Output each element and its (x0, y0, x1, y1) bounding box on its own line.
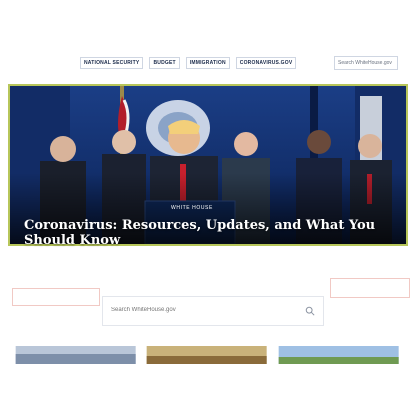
side-field-right[interactable] (330, 278, 410, 298)
thumbnail-2[interactable] (143, 346, 270, 364)
podium-label: White House (171, 205, 213, 211)
thumbnail-strip (12, 346, 402, 364)
thumbnail-3[interactable] (275, 346, 402, 364)
iframe-thumbnail-image (15, 346, 136, 364)
search-input[interactable] (111, 307, 301, 313)
nav-links: National Security Budget Immigration Cor… (80, 56, 297, 70)
nav-search-placeholder: Search WhiteHouse.gov (338, 60, 392, 66)
hero-headline[interactable]: Coronavirus: Resources, Updates, and Wha… (24, 218, 400, 248)
top-nav (0, 0, 416, 84)
nav-link-immigration[interactable]: Immigration (185, 57, 230, 69)
nav-link-national-security[interactable]: National Security (80, 57, 144, 69)
thumbnail-3-image (278, 346, 399, 364)
side-field-left[interactable] (12, 288, 100, 306)
search-icon[interactable] (305, 306, 315, 316)
nav-link-budget[interactable]: Budget (149, 57, 180, 69)
nav-search-field[interactable]: Search WhiteHouse.gov (334, 56, 398, 70)
nav-link-coronavirus[interactable]: Coronavirus.gov (235, 57, 297, 69)
main-search-field[interactable] (102, 296, 324, 326)
thumbnail-2-image (146, 346, 267, 364)
iframe-thumbnail[interactable] (12, 346, 139, 364)
hero-heading[interactable]: Coronavirus: Resources, Updates, and Wha… (24, 218, 400, 248)
